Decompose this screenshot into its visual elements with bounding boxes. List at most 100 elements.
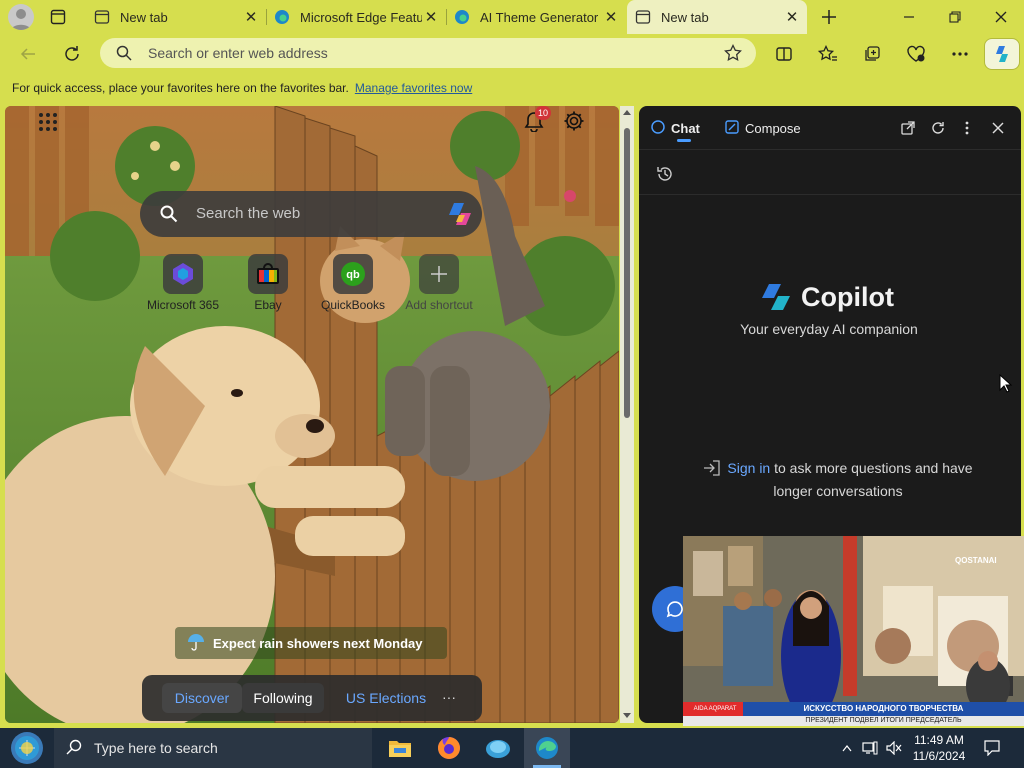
apps-launcher-icon[interactable] (38, 112, 58, 132)
web-search-placeholder: Search the web (196, 205, 301, 222)
shortcut-ebay[interactable]: Ebay (233, 254, 303, 312)
search-icon (160, 205, 178, 228)
shortcut-label: Microsoft 365 (146, 298, 220, 312)
shortcut-label: Ebay (254, 298, 282, 312)
more-options-icon[interactable] (957, 118, 977, 138)
show-hidden-icons-button[interactable] (838, 728, 856, 768)
split-screen-button[interactable] (768, 38, 800, 70)
copilot-tab-chat[interactable]: Chat (651, 120, 700, 137)
copilot-search-icon[interactable] (446, 200, 474, 233)
taskbar-firefox[interactable] (426, 728, 472, 768)
notifications-bell-icon[interactable]: 10 (523, 106, 551, 134)
tab-title: New tab (120, 9, 168, 25)
feed-tab-discover[interactable]: Discover (162, 683, 242, 713)
scroll-up-arrow-icon[interactable] (623, 110, 631, 115)
copilot-title: Copilot (801, 282, 894, 312)
close-tab-icon[interactable]: ✕ (422, 8, 440, 26)
feed-tab-us-elections[interactable]: US Elections (338, 683, 434, 713)
settings-more-button[interactable] (944, 38, 976, 70)
tab-ai-theme-generator[interactable]: AI Theme Generator ✕ (446, 0, 626, 34)
minimize-button[interactable] (886, 0, 932, 34)
tab-actions-icon[interactable] (50, 9, 66, 25)
profile-avatar[interactable] (8, 4, 34, 30)
copilot-subheader (639, 151, 1021, 195)
close-window-button[interactable] (978, 0, 1024, 34)
open-in-new-tab-icon[interactable] (898, 118, 918, 138)
refresh-icon[interactable] (928, 118, 948, 138)
notification-badge: 10 (535, 106, 551, 120)
tab-strip: New tab ✕ Microsoft Edge Featu ✕ AI Them… (0, 0, 1024, 34)
active-tab-indicator (677, 139, 691, 142)
microsoft-365-icon (163, 254, 203, 294)
scroll-down-arrow-icon[interactable] (623, 713, 631, 718)
restore-button[interactable] (932, 0, 978, 34)
new-tab-icon (94, 9, 110, 25)
favorites-bar-message: For quick access, place your favorites h… (12, 81, 349, 95)
address-bar[interactable] (100, 38, 756, 68)
taskbar-app-globe[interactable] (475, 728, 521, 768)
back-button[interactable] (12, 38, 44, 70)
close-tab-icon[interactable]: ✕ (602, 8, 620, 26)
close-tab-icon[interactable]: ✕ (783, 8, 801, 26)
shortcut-microsoft-365[interactable]: Microsoft 365 (143, 254, 223, 312)
sign-in-link[interactable]: Sign in (727, 460, 770, 476)
favorites-bar-prompt: For quick access, place your favorites h… (0, 74, 1024, 102)
windows-taskbar: Type here to search 11:49 AM 11/6/2024 (0, 728, 1024, 768)
compose-icon (725, 120, 739, 137)
shortcut-label: QuickBooks (320, 298, 386, 312)
close-pane-icon[interactable] (988, 118, 1008, 138)
add-icon (419, 254, 459, 294)
refresh-button[interactable] (56, 38, 88, 70)
tab-new-tab-1[interactable]: New tab ✕ (86, 0, 266, 34)
clock[interactable]: 11:49 AM 11/6/2024 (906, 728, 972, 768)
manage-favorites-link[interactable]: Manage favorites now (355, 81, 472, 95)
scrollbar-thumb[interactable] (624, 128, 630, 418)
video-overlay[interactable]: AIDA AQPARAT ИСКУССТВО НАРОДНОГО ТВОРЧЕС… (683, 536, 1024, 726)
search-icon (116, 45, 132, 66)
quickbooks-icon: qb (333, 254, 373, 294)
collections-button[interactable] (856, 38, 888, 70)
feed-tab-label: US Elections (345, 690, 427, 706)
video-badge: AIDA AQPARAT (693, 706, 737, 712)
feed-more-button[interactable]: ··· (434, 689, 464, 705)
feed-tab-label: Following (253, 690, 313, 706)
taskbar-file-explorer[interactable] (377, 728, 423, 768)
shortcut-add[interactable]: Add shortcut (401, 254, 477, 312)
web-search-box[interactable]: Search the web (140, 191, 482, 237)
tab-label: Compose (745, 121, 801, 136)
page-scrollbar[interactable] (620, 106, 634, 723)
notification-center-icon[interactable] (980, 728, 1004, 768)
clock-time: 11:49 AM (914, 733, 964, 747)
volume-muted-icon[interactable] (884, 728, 904, 768)
history-icon[interactable] (656, 165, 674, 188)
copilot-button[interactable] (984, 38, 1020, 70)
close-tab-icon[interactable]: ✕ (242, 8, 260, 26)
feed-tab-following[interactable]: Following (242, 683, 324, 713)
tab-title: AI Theme Generator (480, 9, 599, 25)
favorite-star-icon[interactable] (724, 43, 742, 67)
ebay-bag-icon (248, 254, 288, 294)
browser-toolbar (0, 34, 1024, 74)
taskbar-edge[interactable] (524, 728, 570, 768)
copilot-logo (759, 282, 795, 312)
new-tab-button[interactable] (817, 6, 841, 28)
browser-essentials-button[interactable] (900, 38, 932, 70)
weather-banner[interactable]: Expect rain showers next Monday (175, 627, 447, 659)
tab-label: Chat (671, 121, 700, 136)
address-input[interactable] (148, 38, 708, 68)
start-button[interactable] (0, 728, 54, 768)
taskbar-search-box[interactable]: Type here to search (54, 728, 372, 768)
edge-logo-icon (454, 9, 470, 25)
shortcut-quickbooks[interactable]: qb QuickBooks (317, 254, 389, 312)
network-icon[interactable] (860, 728, 880, 768)
clock-date: 11/6/2024 (912, 749, 966, 763)
tab-new-tab-active[interactable]: New tab ✕ (627, 0, 807, 34)
tab-edge-features[interactable]: Microsoft Edge Featu ✕ (266, 0, 446, 34)
edge-logo-icon (274, 9, 290, 25)
copilot-header: Chat Compose (639, 106, 1021, 150)
copilot-tab-compose[interactable]: Compose (725, 120, 801, 137)
taskbar-search-placeholder: Type here to search (94, 740, 218, 756)
tab-title: Microsoft Edge Featu (300, 9, 422, 25)
favorites-button[interactable] (812, 38, 844, 70)
page-settings-gear-icon[interactable] (563, 110, 587, 134)
